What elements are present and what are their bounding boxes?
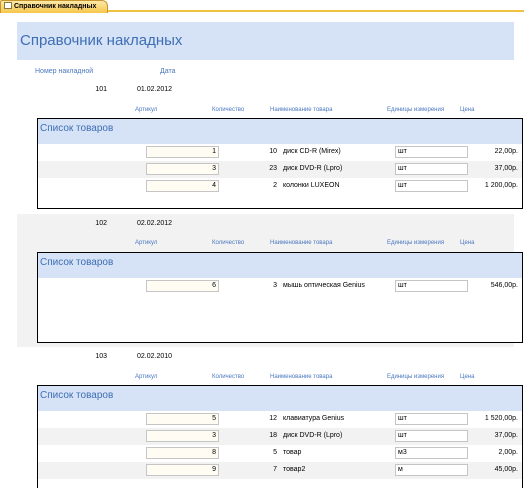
subform-header: Список товаров	[38, 386, 522, 411]
column-header-price: Цена	[460, 240, 475, 246]
column-header-name: Наименование товара	[270, 374, 333, 380]
items-subform: Список товаров 5 12 клавиатура Genius шт…	[37, 385, 523, 488]
article-field[interactable]: 8	[146, 447, 219, 459]
unit-field[interactable]: м	[395, 464, 468, 476]
column-header-unit: Единицы измерения	[387, 107, 445, 113]
table-row: 6 3 мышь оптическая Genius шт 546,00р.	[38, 278, 522, 295]
unit-field[interactable]: шт	[395, 430, 468, 442]
invoice-record: 103 02.02.2010 Артикул Количество Наимен…	[17, 347, 523, 488]
quantity-cell: 3	[273, 282, 277, 289]
column-header-unit: Единицы измерения	[387, 374, 445, 380]
table-row: 8 5 товар м3 2,00р.	[38, 445, 522, 462]
unit-field[interactable]: шт	[395, 413, 468, 425]
column-header-quantity: Количество	[212, 240, 245, 246]
invoice-number[interactable]: 102	[17, 220, 107, 227]
article-field[interactable]: 4	[146, 180, 219, 192]
table-row: 3 23 диск DVD-R (Lpro) шт 37,00р.	[38, 161, 522, 178]
invoice-record: 101 01.02.2012 Артикул Количество Наимен…	[17, 80, 523, 214]
table-row: 3 18 диск DVD-R (Lpro) шт 37,00р.	[38, 428, 522, 445]
table-row: 9 7 товар2 м 45,00р.	[38, 462, 522, 479]
form-icon	[4, 2, 12, 9]
invoice-date[interactable]: 02.02.2010	[137, 353, 172, 360]
price-cell: 546,00р.	[490, 282, 518, 289]
product-name-cell: колонки LUXEON	[283, 182, 340, 189]
subform-title: Список товаров	[40, 257, 114, 268]
invoice-date[interactable]: 02.02.2012	[137, 220, 172, 227]
price-cell: 22,00р.	[494, 148, 518, 155]
product-name-cell: мышь оптическая Genius	[283, 282, 365, 289]
product-name-cell: диск CD-R (Mirex)	[283, 148, 341, 155]
items-subform: Список товаров 1 10 диск CD-R (Mirex) шт…	[37, 118, 523, 209]
price-cell: 45,00р.	[494, 466, 518, 473]
price-cell: 37,00р.	[494, 432, 518, 439]
article-field[interactable]: 5	[146, 413, 219, 425]
product-name-cell: диск DVD-R (Lpro)	[283, 165, 343, 172]
article-field[interactable]: 3	[146, 163, 219, 175]
document-tab-label: Справочник накладных	[14, 3, 97, 10]
column-header-article: Артикул	[135, 107, 158, 113]
price-cell: 1 520,00р.	[484, 415, 518, 422]
price-cell: 1 200,00р.	[484, 182, 518, 189]
quantity-cell: 10	[269, 148, 277, 155]
page-title: Справочник накладных	[20, 32, 183, 49]
quantity-cell: 18	[269, 432, 277, 439]
subform-header: Список товаров	[38, 119, 522, 144]
invoice-number-label: Номер накладной	[35, 68, 94, 75]
price-cell: 37,00р.	[494, 165, 518, 172]
invoice-number[interactable]: 101	[17, 86, 107, 93]
price-cell: 2,00р.	[498, 449, 518, 456]
quantity-cell: 2	[273, 182, 277, 189]
subform-title: Список товаров	[40, 123, 114, 134]
article-field[interactable]: 9	[146, 464, 219, 476]
article-field[interactable]: 3	[146, 430, 219, 442]
unit-field[interactable]: м3	[395, 447, 468, 459]
document-tab[interactable]: Справочник накладных	[0, 0, 108, 13]
invoice-number[interactable]: 103	[17, 353, 107, 360]
column-header-article: Артикул	[135, 240, 158, 246]
column-header-quantity: Количество	[212, 107, 245, 113]
unit-field[interactable]: шт	[395, 280, 468, 292]
quantity-cell: 5	[273, 449, 277, 456]
table-row: 1 10 диск CD-R (Mirex) шт 22,00р.	[38, 144, 522, 161]
items-subform: Список товаров 6 3 мышь оптическая Geniu…	[37, 252, 523, 343]
article-field[interactable]: 6	[146, 280, 219, 292]
product-name-cell: товар2	[283, 466, 306, 473]
subform-title: Список товаров	[40, 390, 114, 401]
column-header-article: Артикул	[135, 374, 158, 380]
unit-field[interactable]: шт	[395, 180, 468, 192]
column-header-name: Наименование товара	[270, 107, 333, 113]
product-name-cell: клавиатура Genius	[283, 415, 345, 422]
unit-field[interactable]: шт	[395, 163, 468, 175]
product-name-cell: диск DVD-R (Lpro)	[283, 432, 343, 439]
subform-header: Список товаров	[38, 253, 522, 278]
document-tab-bar: Справочник накладных	[0, 0, 524, 13]
table-row: 4 2 колонки LUXEON шт 1 200,00р.	[38, 178, 522, 195]
column-header-name: Наименование товара	[270, 240, 333, 246]
column-header-price: Цена	[460, 107, 475, 113]
column-header-price: Цена	[460, 374, 475, 380]
table-row: 5 12 клавиатура Genius шт 1 520,00р.	[38, 411, 522, 428]
quantity-cell: 7	[273, 466, 277, 473]
quantity-cell: 12	[269, 415, 277, 422]
article-field[interactable]: 1	[146, 146, 219, 158]
column-header-unit: Единицы измерения	[387, 240, 445, 246]
unit-field[interactable]: шт	[395, 146, 468, 158]
date-label: Дата	[160, 68, 176, 75]
quantity-cell: 23	[269, 165, 277, 172]
column-header-quantity: Количество	[212, 374, 245, 380]
invoice-record: 102 02.02.2012 Артикул Количество Наимен…	[17, 214, 523, 347]
invoice-date[interactable]: 01.02.2012	[137, 86, 172, 93]
product-name-cell: товар	[283, 449, 302, 456]
